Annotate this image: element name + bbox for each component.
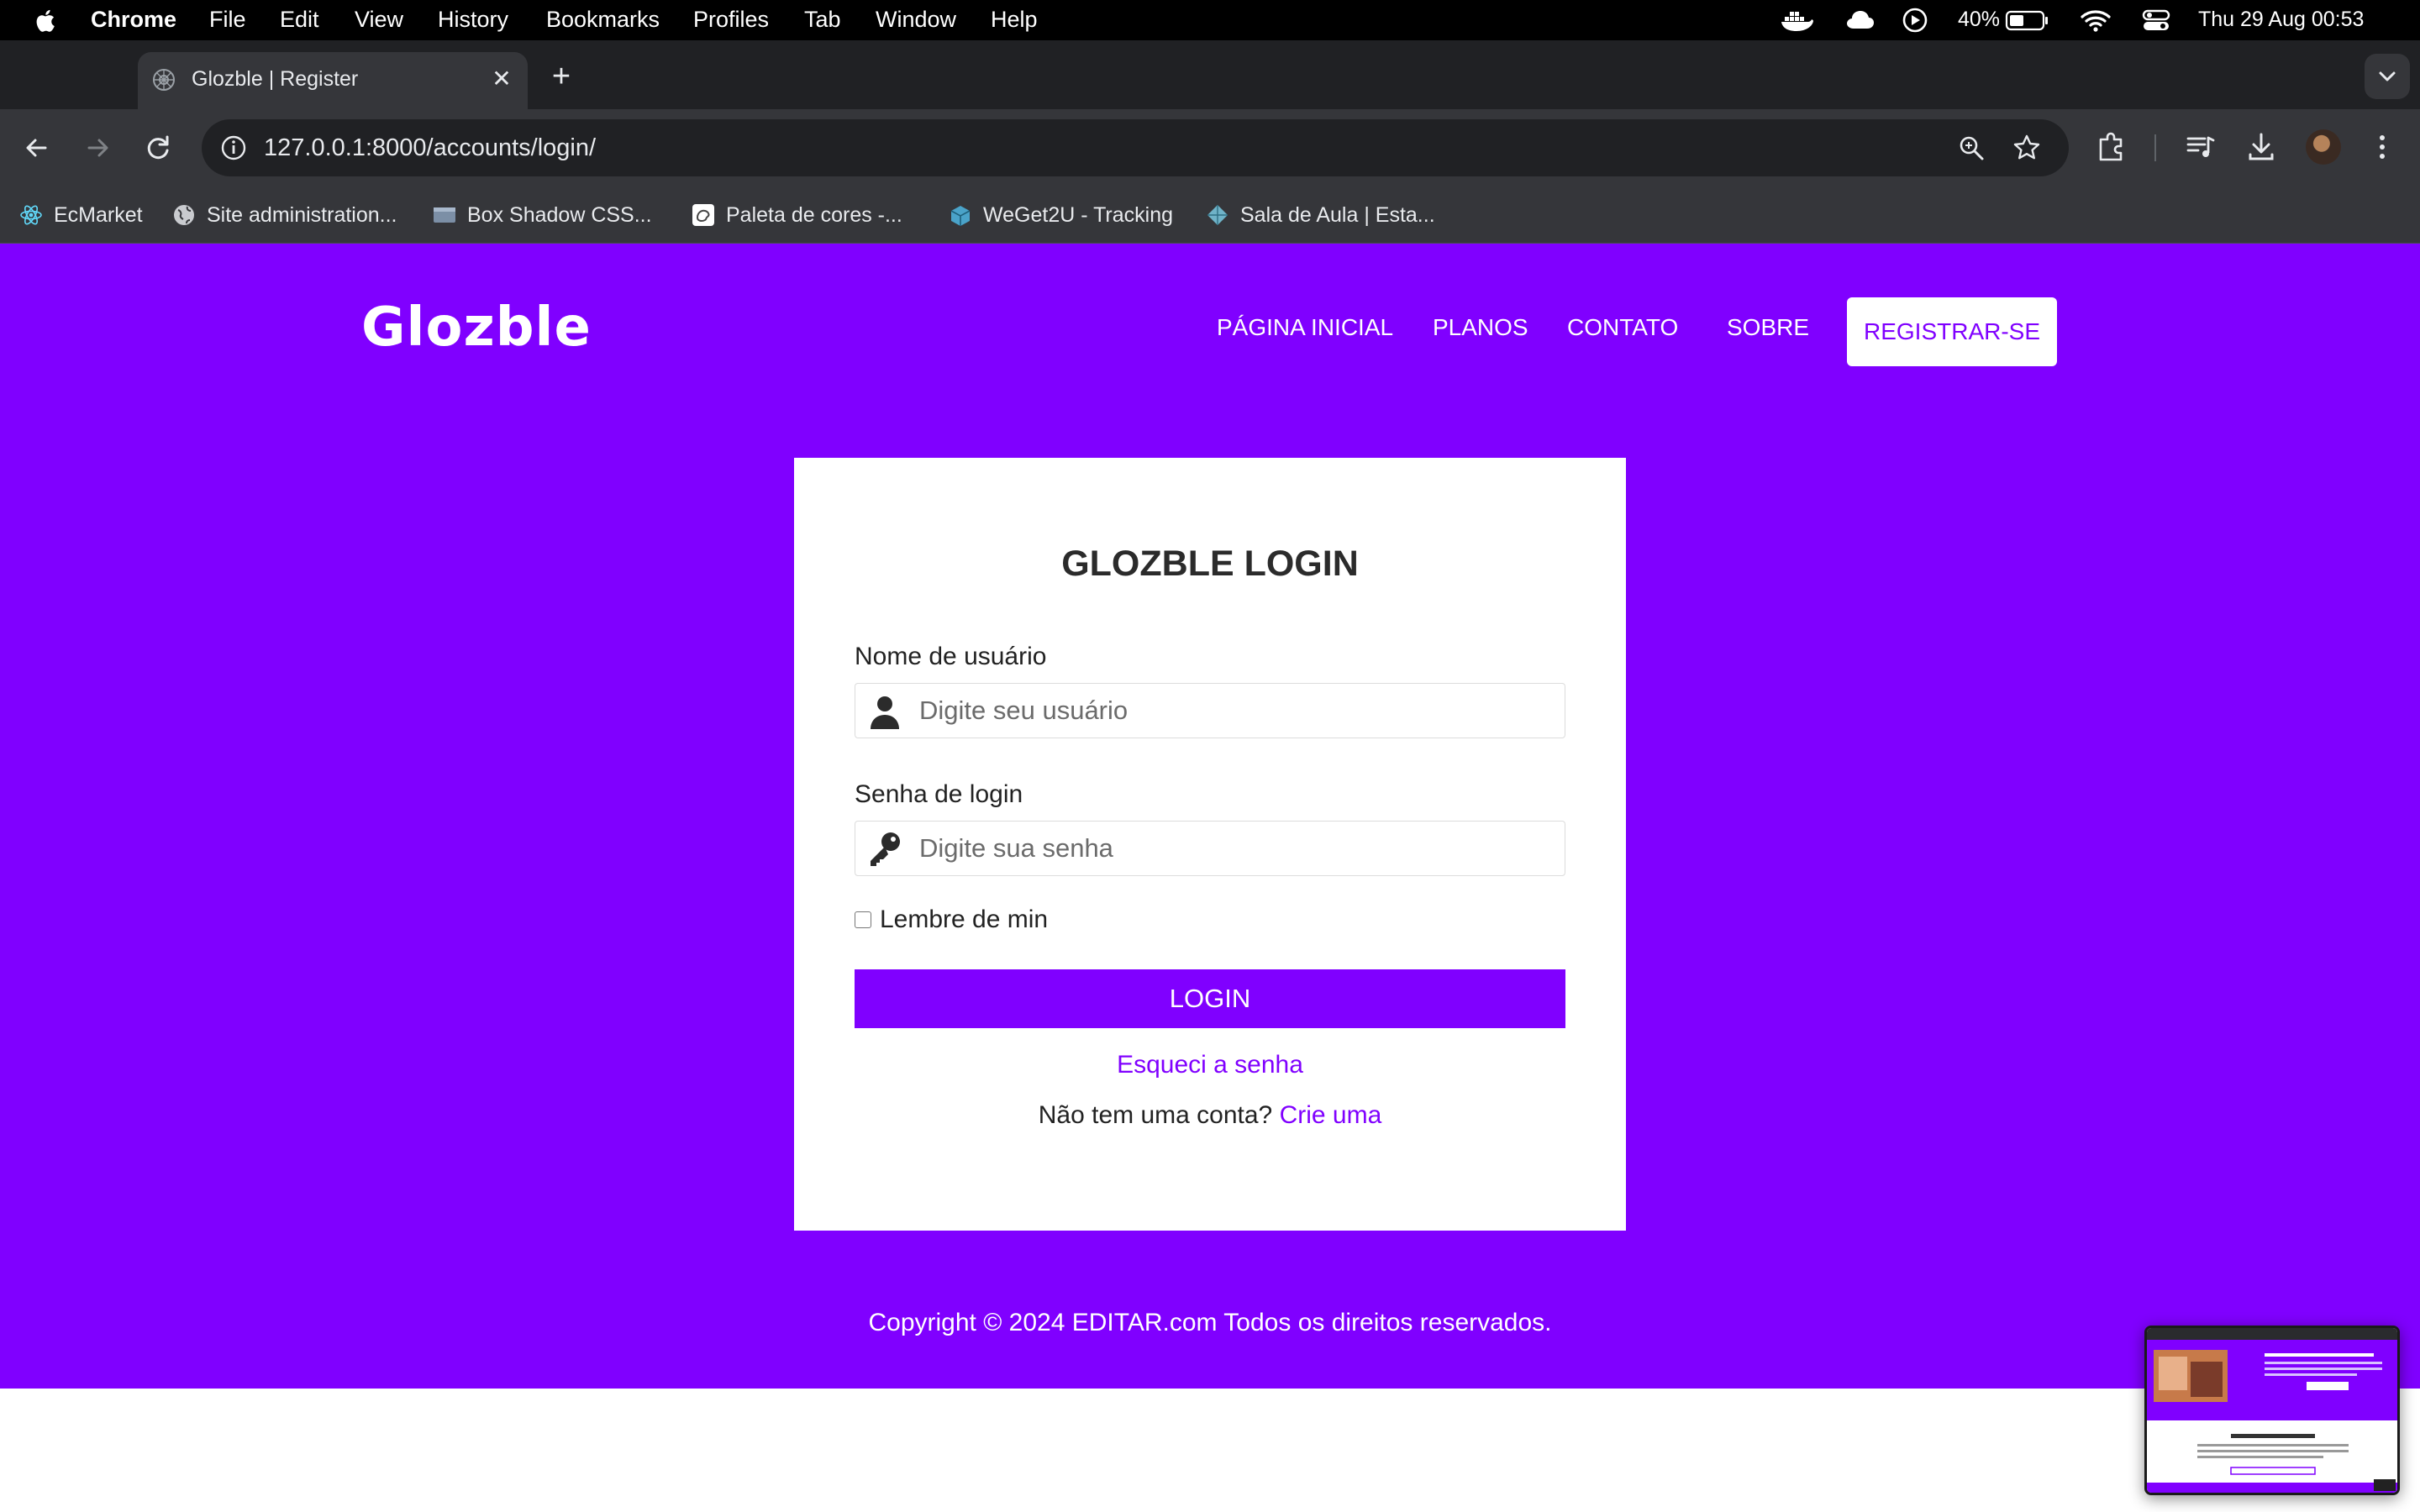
back-arrow-icon[interactable] <box>17 128 57 168</box>
bookmark-label: Box Shadow CSS... <box>467 202 652 227</box>
chevron-down-icon <box>2379 71 2396 81</box>
tab-search-button[interactable] <box>2365 54 2410 99</box>
signup-prompt: Não tem uma conta? Crie uma <box>794 1101 1626 1130</box>
user-icon <box>871 696 899 729</box>
forward-arrow-icon[interactable] <box>77 128 118 168</box>
window-icon <box>434 207 455 223</box>
username-label: Nome de usuário <box>855 643 1047 670</box>
tab-title: Glozble | Register <box>192 67 359 91</box>
password-input[interactable] <box>919 822 1558 874</box>
cloud-drop-icon[interactable] <box>1845 7 1876 34</box>
register-button[interactable]: REGISTRAR-SE <box>1847 297 2057 366</box>
purple-background-section: Glozble PÁGINA INICIAL PLANOS CONTATO SO… <box>0 244 2420 1389</box>
password-label: Senha de login <box>855 780 1023 808</box>
login-card: GLOZBLE LOGIN Nome de usuário Senha de l… <box>794 458 1626 1231</box>
menu-window[interactable]: Window <box>876 0 956 40</box>
web-page: Glozble PÁGINA INICIAL PLANOS CONTATO SO… <box>0 244 2420 1512</box>
menubar-clock[interactable]: Thu 29 Aug 00:53 <box>2198 0 2364 40</box>
menu-tab[interactable]: Tab <box>804 0 841 40</box>
signup-prompt-text: Não tem uma conta? <box>1038 1101 1273 1129</box>
macos-menu-bar: Chrome File Edit View History Bookmarks … <box>0 0 2420 40</box>
username-field[interactable] <box>855 683 1565 738</box>
react-icon <box>20 205 42 225</box>
bookmarks-bar: EcMarket Site administration... Box Shad… <box>0 186 2420 244</box>
login-title: GLOZBLE LOGIN <box>1061 543 1359 584</box>
docker-icon[interactable] <box>1780 7 1813 34</box>
new-tab-button[interactable]: + <box>544 60 578 94</box>
nav-link-plans[interactable]: PLANOS <box>1433 311 1528 344</box>
control-center-icon[interactable] <box>2141 7 2171 34</box>
tab-close-icon[interactable]: ✕ <box>487 66 516 94</box>
bookmark-label: WeGet2U - Tracking <box>983 202 1174 227</box>
apple-icon[interactable] <box>32 7 60 35</box>
wifi-icon[interactable] <box>2079 7 2112 34</box>
tab-strip: Glozble | Register ✕ + <box>0 40 2420 109</box>
menu-help[interactable]: Help <box>991 0 1038 40</box>
remember-me-checkbox[interactable] <box>855 911 871 928</box>
download-icon[interactable] <box>2242 128 2281 166</box>
forgot-password-link[interactable]: Esqueci a senha <box>794 1051 1626 1079</box>
address-bar[interactable]: 127.0.0.1:8000/accounts/login/ <box>202 119 2069 176</box>
site-info-icon[interactable] <box>217 131 250 165</box>
palette-icon <box>692 204 714 226</box>
kebab-menu-icon[interactable] <box>2363 128 2402 166</box>
copyright-footer: Copyright © 2024 EDITAR.com Todos os dir… <box>868 1309 1552 1336</box>
menu-app-chrome[interactable]: Chrome <box>91 0 176 40</box>
bookmark-star-icon[interactable] <box>2010 131 2044 165</box>
bookmark-site-administration[interactable]: Site administration... <box>171 186 397 244</box>
password-field[interactable] <box>855 821 1565 876</box>
reload-icon[interactable] <box>138 128 178 168</box>
bookmark-label: Sala de Aula | Esta... <box>1240 202 1435 227</box>
bookmark-label: EcMarket <box>54 202 143 227</box>
menu-edit[interactable]: Edit <box>280 0 319 40</box>
bookmark-label: Site administration... <box>207 202 397 227</box>
bookmark-label: Paleta de cores -... <box>726 202 902 227</box>
diamond-icon <box>1207 205 1228 225</box>
zoom-icon[interactable] <box>1954 131 1988 165</box>
toolbar-divider <box>2154 134 2156 161</box>
menu-history[interactable]: History <box>438 0 508 40</box>
nav-link-home[interactable]: PÁGINA INICIAL <box>1217 311 1393 344</box>
media-controls-icon[interactable] <box>2181 128 2220 166</box>
nav-link-about[interactable]: SOBRE <box>1727 311 1809 344</box>
url-text[interactable]: 127.0.0.1:8000/accounts/login/ <box>264 119 596 176</box>
box-icon <box>950 206 971 226</box>
extensions-icon[interactable] <box>2092 128 2131 166</box>
username-input[interactable] <box>919 684 1558 737</box>
bookmark-sala-de-aula[interactable]: Sala de Aula | Esta... <box>1205 186 1435 244</box>
battery-icon[interactable] <box>2005 7 2050 34</box>
menu-bookmarks[interactable]: Bookmarks <box>546 0 660 40</box>
tab-glozble-register[interactable]: Glozble | Register ✕ <box>138 52 528 109</box>
login-submit-button[interactable]: LOGIN <box>855 969 1565 1028</box>
site-favicon-icon <box>153 69 175 91</box>
create-account-link[interactable]: Crie uma <box>1280 1101 1382 1129</box>
bookmark-box-shadow-css[interactable]: Box Shadow CSS... <box>432 186 652 244</box>
browser-toolbar: 127.0.0.1:8000/accounts/login/ <box>0 109 2420 186</box>
battery-percentage: 40% <box>1958 8 2001 31</box>
menu-file[interactable]: File <box>209 0 246 40</box>
thumbnail-image <box>2147 1328 2397 1493</box>
key-icon <box>871 832 900 866</box>
site-logo[interactable]: Glozble <box>361 294 592 361</box>
remember-me-label: Lembre de min <box>880 906 1049 933</box>
remember-me[interactable]: Lembre de min <box>855 903 1048 937</box>
nav-link-contact[interactable]: CONTATO <box>1567 311 1678 344</box>
profile-avatar[interactable] <box>2306 129 2341 165</box>
menu-profiles[interactable]: Profiles <box>693 0 769 40</box>
play-circle-icon[interactable] <box>1901 7 1929 34</box>
screenshot-thumbnail-preview[interactable] <box>2144 1326 2400 1495</box>
bookmark-paleta-de-cores[interactable]: Paleta de cores -... <box>691 186 902 244</box>
bookmark-weget2u-tracking[interactable]: WeGet2U - Tracking <box>948 186 1173 244</box>
menu-view[interactable]: View <box>355 0 403 40</box>
bookmark-ecmarket[interactable]: EcMarket <box>18 186 143 244</box>
globe-icon <box>174 205 194 225</box>
